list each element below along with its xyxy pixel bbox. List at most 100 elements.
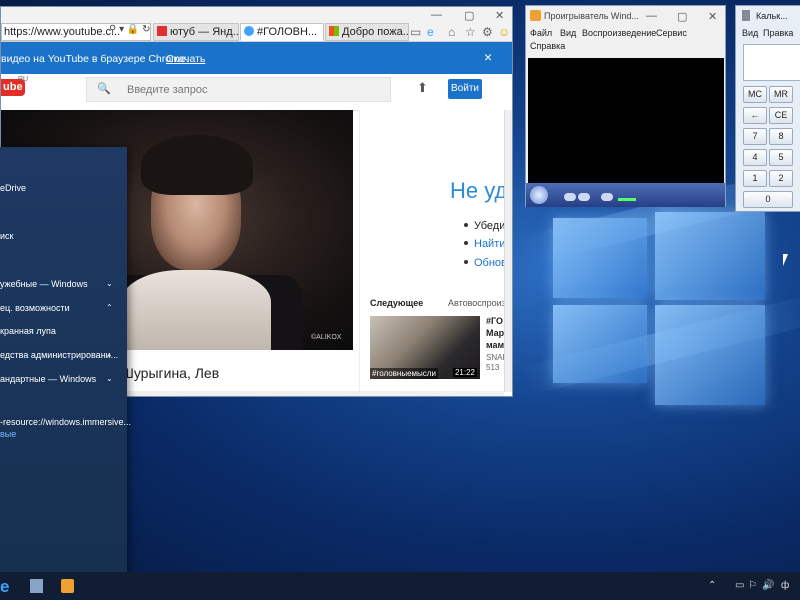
windows-logo-pane [655,212,765,300]
chevron-down-icon[interactable]: ⌄ [106,374,113,383]
start-item-onedrive[interactable]: eDrive [0,183,26,193]
new-tab-icon[interactable]: ▭ [410,25,421,39]
digit-8-button[interactable]: 8 [769,128,793,145]
lock-icon: 🔒 [126,24,140,35]
signin-button[interactable]: Войти [448,79,482,99]
tab-label: Добро пожа... [342,26,409,38]
start-item-resource[interactable]: -resource://windows.immersive... [0,417,131,427]
ce-button[interactable]: CE [769,107,793,124]
vertical-scrollbar[interactable] [504,110,512,392]
sidebar-bullet-link[interactable]: Обнов [464,257,507,269]
chevron-down-icon[interactable]: ⌄ [106,279,113,288]
language-indicator[interactable]: ф [781,580,789,591]
autoplay-label[interactable]: Автовоспроиз [448,298,506,308]
play-button[interactable] [530,186,548,204]
flag-icon[interactable]: ⚐ [748,580,757,591]
media-player-taskbar-icon[interactable] [61,579,74,593]
minimize-icon[interactable]: — [431,9,442,21]
infobar-text: видео на YouTube в браузере Chrome. [1,53,189,65]
minimize-icon[interactable]: — [646,10,657,22]
tab-label: #ГОЛОВН... [257,26,318,38]
mr-button[interactable]: MR [769,86,793,103]
digit-1-button[interactable]: 1 [743,170,767,187]
ie-taskbar-icon[interactable]: e [0,577,9,597]
related-line: SNAI [486,353,505,362]
close-icon[interactable]: ✕ [495,9,504,22]
settings-icon[interactable]: ⚙ [482,25,493,39]
tab-yandex[interactable]: ютуб — Янд... [153,23,239,41]
digit-4-button[interactable]: 4 [743,149,767,166]
sidebar-heading: Не уд [450,178,508,203]
menu-view[interactable]: Вид [742,28,758,38]
digit-0-button[interactable]: 0 [743,191,793,208]
related-line: 513 [486,363,500,372]
network-icon[interactable]: ▭ [735,580,744,591]
video-title: Шурыгина, Лев [121,365,220,381]
menu-playback[interactable]: Воспроизведение [582,28,656,38]
search-placeholder: Введите запрос [127,84,208,96]
tab-welcome[interactable]: Добро пожа... [325,23,409,41]
windows-icon [329,26,339,36]
volume-slider[interactable] [618,198,636,201]
yandex-icon [157,26,167,36]
ie-logo-icon[interactable]: e [427,25,434,39]
refresh-icon[interactable]: ↻ [142,24,150,35]
menu-file[interactable]: Файл [530,28,552,38]
calculator-taskbar-icon[interactable] [30,579,43,593]
smiley-icon[interactable]: ☺ [498,25,510,39]
related-line[interactable]: мам [486,340,504,350]
sidebar-bullet-link[interactable]: Найти [464,238,505,250]
start-item-magnifier[interactable]: кранная лупа [0,326,56,336]
video-frame [141,135,253,195]
windows-logo-pane [553,305,647,383]
chevron-up-icon[interactable]: ⌃ [106,303,113,312]
start-item-accessories[interactable]: андартные — Windows [0,374,96,384]
mute-button[interactable] [601,193,613,201]
start-item-admin-tools[interactable]: едства администрировани... [0,350,118,360]
next-video-thumbnail[interactable]: #головныемысли 21:22 [370,316,480,379]
backspace-button[interactable]: ← [743,107,767,124]
search-icon: 🔍 [97,83,111,95]
close-icon[interactable]: ✕ [708,10,717,23]
digit-7-button[interactable]: 7 [743,128,767,145]
menu-help[interactable]: Справка [530,41,565,51]
tab-youtube[interactable]: #ГОЛОВН... [240,23,324,41]
tray-chevron-icon[interactable]: ⌃ [708,580,716,591]
tab-label: ютуб — Янд... [170,26,239,38]
calculator-window: Кальк... Вид Правка MC MR ← CE 7 8 4 5 1… [735,5,800,212]
digit-5-button[interactable]: 5 [769,149,793,166]
maximize-icon[interactable]: ▢ [677,10,687,23]
dropdown-icon[interactable]: ▾ [119,24,124,35]
search-input[interactable]: 🔍 Введите запрос [86,77,391,102]
maximize-icon[interactable]: ▢ [464,9,474,22]
start-item-search[interactable]: иск [0,231,13,241]
related-line[interactable]: #ГО [486,316,503,326]
horizontal-scrollbar[interactable] [127,391,504,396]
digit-2-button[interactable]: 2 [769,170,793,187]
media-player-screen[interactable] [528,58,724,185]
upload-icon[interactable]: ⬆ [417,80,428,96]
start-item-system[interactable]: ужебные — Windows [0,279,88,289]
infobar-download-link[interactable]: Скачать [166,53,205,65]
prev-button[interactable] [578,193,590,201]
media-player-icon [530,10,541,21]
related-line[interactable]: Мар [486,328,504,338]
chevron-down-icon[interactable]: ⌄ [106,350,113,359]
start-item-accessibility[interactable]: ец. возможности [0,303,70,313]
video-frame [121,270,271,350]
volume-icon[interactable]: 🔊 [762,580,774,591]
infobar-close-icon[interactable]: × [484,49,492,65]
stop-button[interactable] [564,193,576,201]
menu-edit[interactable]: Правка [763,28,793,38]
mouse-cursor [783,254,788,266]
start-item-new: вые [0,429,17,439]
address-actions[interactable]: ⚲ ▾ 🔒 ↻ [109,24,151,35]
home-icon[interactable]: ⌂ [448,25,455,39]
search-icon[interactable]: ⚲ [109,24,116,35]
sidebar-bullet: Убеди [464,220,505,232]
browser-toolbar: https://www.youtube.c... ⚲ ▾ 🔒 ↻ ютуб — … [1,7,512,42]
menu-tools[interactable]: Сервис [656,28,687,38]
favorites-icon[interactable]: ☆ [465,25,476,39]
menu-view[interactable]: Вид [560,28,576,38]
mc-button[interactable]: MC [743,86,767,103]
